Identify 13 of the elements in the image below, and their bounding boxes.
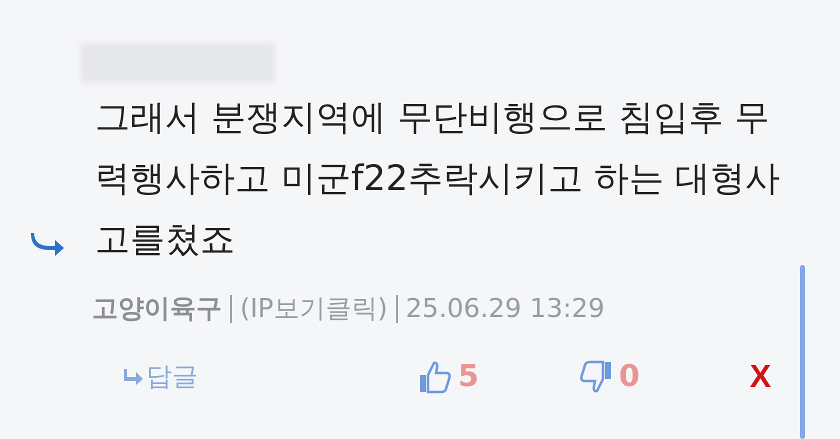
- ip-link[interactable]: (IP보기클릭): [240, 291, 388, 326]
- thumbs-up-icon: [418, 360, 452, 394]
- timestamp: 25.06.29 13:29: [406, 294, 605, 324]
- scrollbar[interactable]: [800, 265, 805, 439]
- delete-button[interactable]: X: [750, 358, 772, 395]
- like-button[interactable]: 5: [418, 359, 479, 394]
- author-name[interactable]: 고양이육구: [92, 291, 222, 326]
- arrow-icon: [122, 368, 144, 384]
- reply-button[interactable]: 답글: [122, 359, 198, 394]
- comment-text: 그래서 분쟁지역에 무단비행으로 침입후 무력행사하고 미군f22추락시키고 하는 대형사고를쳤죠: [95, 97, 782, 262]
- reply-arrow-icon: [30, 233, 64, 257]
- dislike-button[interactable]: 0: [578, 359, 640, 394]
- thumbs-down-icon: [578, 360, 613, 394]
